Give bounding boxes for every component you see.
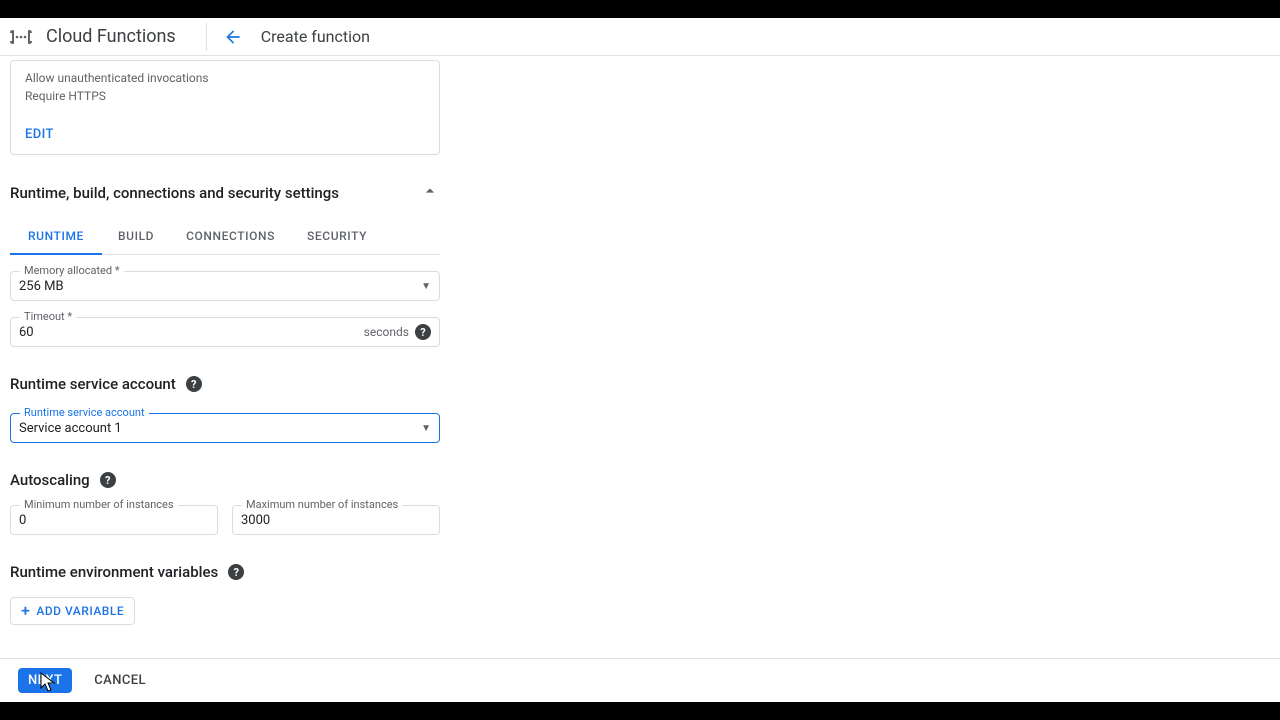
service-account-label: Runtime service account (20, 406, 149, 419)
autoscaling-heading: Autoscaling (10, 471, 90, 489)
cancel-button[interactable]: CANCEL (94, 673, 146, 688)
plus-icon: + (21, 605, 30, 617)
max-instances-label: Maximum number of instances (242, 498, 402, 511)
help-icon[interactable]: ? (100, 472, 116, 488)
memory-value: 256 MB (19, 279, 64, 294)
add-variable-label: ADD VARIABLE (36, 604, 124, 618)
help-icon[interactable]: ? (186, 376, 202, 392)
back-arrow-icon[interactable] (223, 27, 243, 47)
footer-bar: NEXT CANCEL (0, 658, 1280, 702)
memory-label: Memory allocated * (20, 264, 124, 277)
divider (206, 23, 207, 51)
timeout-field[interactable]: Timeout * 60 seconds ? (10, 317, 440, 347)
dropdown-caret-icon: ▼ (421, 281, 431, 292)
timeout-label: Timeout * (20, 310, 76, 323)
min-instances-value: 0 (19, 513, 26, 528)
tab-connections[interactable]: CONNECTIONS (170, 219, 291, 254)
memory-allocated-field[interactable]: Memory allocated * 256 MB ▼ (10, 271, 440, 301)
page-title: Create function (261, 27, 370, 46)
next-button[interactable]: NEXT (18, 668, 72, 693)
max-instances-field[interactable]: Maximum number of instances 3000 (232, 505, 440, 535)
edit-trigger-button[interactable]: EDIT (25, 127, 54, 142)
window-bottom-bar (0, 702, 1280, 720)
add-variable-button[interactable]: + ADD VARIABLE (10, 597, 135, 625)
settings-tabs: RUNTIME BUILD CONNECTIONS SECURITY (10, 219, 440, 255)
service-account-heading: Runtime service account (10, 375, 176, 393)
timeout-unit: seconds (364, 325, 409, 339)
product-title: Cloud Functions (46, 26, 176, 47)
timeout-value: 60 (19, 325, 34, 340)
dropdown-caret-icon: ▼ (421, 423, 431, 434)
service-account-select[interactable]: Runtime service account Service account … (10, 413, 440, 443)
cloud-functions-icon (8, 24, 34, 50)
service-account-value: Service account 1 (19, 421, 122, 436)
trigger-https-line: Require HTTPS (25, 87, 425, 105)
chevron-up-icon (420, 181, 440, 205)
min-instances-field[interactable]: Minimum number of instances 0 (10, 505, 218, 535)
env-vars-heading: Runtime environment variables (10, 563, 218, 581)
tab-build[interactable]: BUILD (102, 219, 170, 254)
app-header: Cloud Functions Create function (0, 18, 1280, 56)
help-icon[interactable]: ? (228, 564, 244, 580)
max-instances-value: 3000 (241, 513, 270, 528)
tab-runtime[interactable]: RUNTIME (10, 219, 102, 255)
window-top-bar (0, 0, 1280, 18)
trigger-auth-line: Allow unauthenticated invocations (25, 69, 425, 87)
advanced-settings-toggle[interactable]: Runtime, build, connections and security… (10, 181, 440, 205)
advanced-settings-title: Runtime, build, connections and security… (10, 184, 339, 202)
trigger-summary-card: Allow unauthenticated invocations Requir… (10, 60, 440, 155)
min-instances-label: Minimum number of instances (20, 498, 178, 511)
help-icon[interactable]: ? (415, 324, 431, 340)
tab-security[interactable]: SECURITY (291, 219, 383, 254)
